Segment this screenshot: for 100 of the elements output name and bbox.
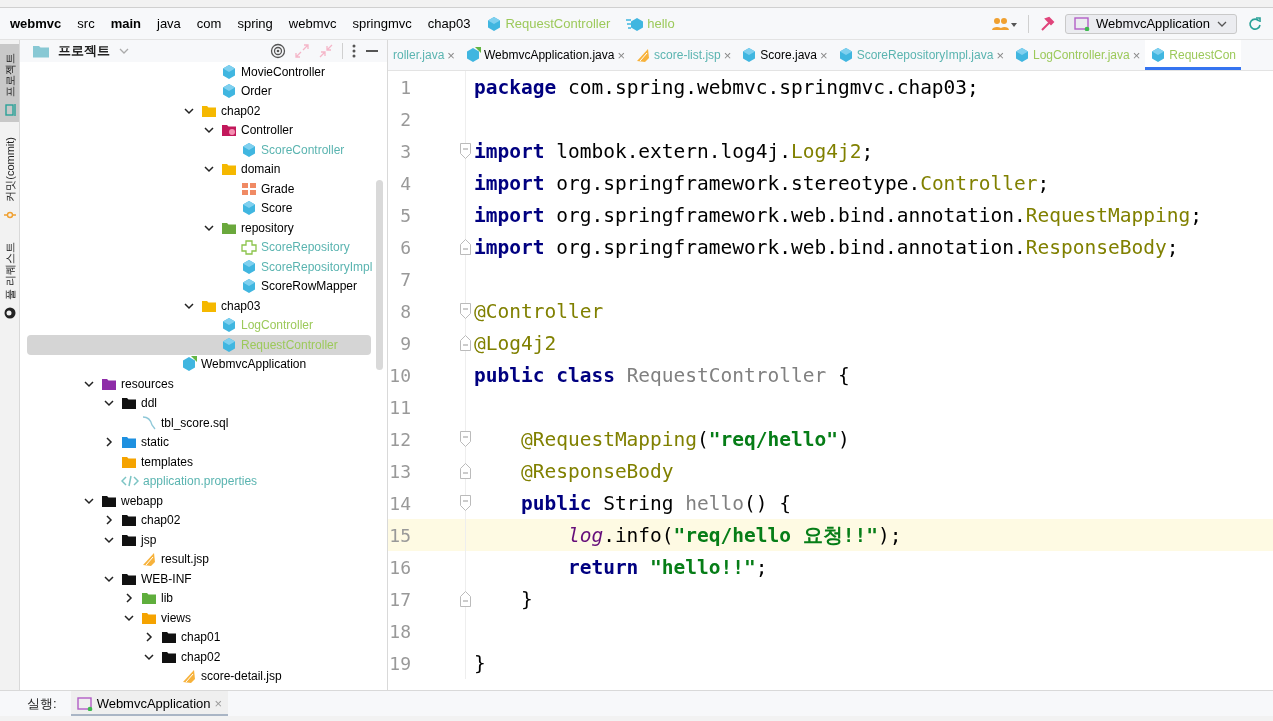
run-config-dropdown[interactable]: WebmvcApplication bbox=[1065, 13, 1237, 34]
jsp-file-icon bbox=[635, 47, 652, 63]
folder-icon bbox=[161, 629, 177, 646]
fold-start-icon bbox=[460, 431, 471, 447]
tool-window-tab[interactable]: 프로젝트 bbox=[0, 44, 19, 122]
window-icon bbox=[76, 696, 93, 711]
class-icon bbox=[221, 63, 237, 80]
class-icon bbox=[241, 200, 257, 217]
tree-item[interactable]: Controller bbox=[27, 120, 371, 140]
fold-start-icon bbox=[460, 303, 471, 319]
tree-item[interactable]: ddl bbox=[27, 393, 371, 413]
close-icon[interactable]: × bbox=[996, 47, 1004, 63]
close-icon[interactable]: × bbox=[820, 47, 828, 63]
jsp-file-icon bbox=[141, 551, 157, 568]
chevron-down-icon bbox=[118, 47, 130, 55]
breadcrumb-item[interactable]: com bbox=[196, 16, 222, 31]
tree-item[interactable]: webapp bbox=[27, 491, 371, 511]
tree-item[interactable]: Order bbox=[27, 81, 371, 101]
editor-tab[interactable]: LogController.java × bbox=[1008, 40, 1146, 70]
tree-item[interactable]: chap03 bbox=[27, 296, 371, 316]
line-number: 19 bbox=[388, 647, 466, 679]
editor-tab[interactable]: WebmvcApplication.java × bbox=[459, 40, 631, 70]
breadcrumb-item[interactable]: spring bbox=[237, 16, 273, 31]
breadcrumb-item[interactable]: java bbox=[157, 16, 181, 31]
tree-item[interactable]: Score bbox=[27, 198, 371, 218]
tree-item[interactable]: MovieController bbox=[27, 62, 371, 82]
tree-item[interactable]: chap01 bbox=[27, 627, 371, 647]
line-number: 15 bbox=[388, 519, 466, 551]
scrollbar[interactable] bbox=[376, 180, 383, 370]
fold-end-icon bbox=[460, 591, 471, 607]
folder-icon bbox=[121, 512, 137, 529]
laptop-icon bbox=[3, 104, 16, 116]
folder-icon bbox=[221, 161, 237, 178]
tool-window-tab[interactable]: 풀 리퀘스트 bbox=[0, 232, 19, 325]
tree-item[interactable]: repository bbox=[27, 218, 371, 238]
panel-title: 프로젝트 bbox=[58, 42, 110, 60]
tree-item[interactable]: static bbox=[27, 432, 371, 452]
close-icon[interactable]: × bbox=[1132, 47, 1141, 63]
tool-window-tab[interactable]: 커밋(commit) bbox=[0, 128, 19, 227]
tree-item[interactable]: ScoreRowMapper bbox=[27, 276, 371, 296]
breadcrumb-item[interactable]: main bbox=[110, 16, 141, 31]
folder-icon bbox=[121, 434, 137, 451]
tree-item[interactable]: views bbox=[27, 608, 371, 628]
enum-icon bbox=[241, 180, 257, 197]
target-icon[interactable] bbox=[270, 43, 286, 59]
tree-item[interactable]: chap02 bbox=[27, 510, 371, 530]
close-icon[interactable]: × bbox=[617, 47, 626, 63]
breadcrumb-item[interactable]: webmvc bbox=[288, 16, 337, 31]
editor-tab[interactable]: Score.java × bbox=[736, 40, 833, 70]
run-label: 실행: bbox=[27, 694, 57, 713]
folder-icon bbox=[121, 395, 137, 412]
tree-item[interactable]: jsp bbox=[27, 530, 371, 550]
class-icon bbox=[1013, 47, 1030, 63]
breadcrumb-item[interactable]: webmvc bbox=[10, 16, 62, 31]
jsp-file-icon bbox=[181, 668, 197, 685]
editor-tab[interactable]: ScoreRepositoryImpl.java × bbox=[832, 40, 1009, 70]
breadcrumb-item[interactable]: chap03 bbox=[427, 16, 471, 31]
line-number: 18 bbox=[388, 615, 466, 647]
tree-item[interactable]: templates bbox=[27, 452, 371, 472]
tree-item[interactable]: chap02 bbox=[27, 101, 371, 121]
close-icon[interactable]: × bbox=[447, 47, 455, 63]
class-icon bbox=[181, 356, 197, 373]
folder-icon bbox=[141, 590, 157, 607]
line-number: 11 bbox=[388, 391, 466, 423]
class-icon bbox=[486, 15, 503, 32]
class-icon bbox=[241, 141, 257, 158]
class-icon bbox=[221, 83, 237, 100]
fold-start-icon bbox=[460, 143, 471, 159]
breadcrumb-item[interactable]: springmvc bbox=[352, 16, 412, 31]
tree-item[interactable]: Grade bbox=[27, 179, 371, 199]
chevron-down-icon bbox=[1216, 19, 1228, 28]
more-icon[interactable] bbox=[351, 43, 357, 59]
interface-icon bbox=[241, 239, 257, 256]
tree-item[interactable]: domain bbox=[27, 159, 371, 179]
breadcrumb-item[interactable]: src bbox=[77, 16, 95, 31]
class-icon bbox=[241, 258, 257, 275]
hammer-icon[interactable] bbox=[1039, 15, 1056, 32]
class-icon bbox=[241, 278, 257, 295]
tree-item[interactable]: WebmvcApplication bbox=[27, 354, 371, 374]
tree-item[interactable]: result.jsp bbox=[27, 549, 371, 569]
people-icon[interactable] bbox=[992, 15, 1019, 32]
tree-item[interactable]: tbl_score.sql bbox=[27, 413, 371, 433]
fold-end-icon bbox=[460, 239, 471, 255]
editor-tab[interactable]: roller.java × bbox=[388, 40, 460, 70]
class-icon bbox=[221, 336, 237, 353]
editor-tab[interactable]: score-list.jsp × bbox=[630, 40, 737, 70]
line-number: 10 bbox=[388, 359, 466, 391]
tree-item[interactable]: lib bbox=[27, 588, 371, 608]
tree-item[interactable]: chap02 bbox=[27, 647, 371, 667]
class-icon bbox=[741, 47, 758, 63]
tree-item[interactable]: WEB-INF bbox=[27, 569, 371, 589]
run-tab[interactable]: WebmvcApplication × bbox=[70, 690, 229, 717]
close-icon[interactable]: × bbox=[723, 47, 732, 63]
fold-end-icon bbox=[460, 335, 471, 351]
rerun-icon[interactable] bbox=[1247, 15, 1263, 32]
tree-item[interactable]: resources bbox=[27, 374, 371, 394]
fold-start-icon bbox=[460, 495, 471, 511]
tree-item[interactable]: score-detail.jsp bbox=[27, 666, 371, 686]
octocat-icon bbox=[3, 306, 16, 319]
folder-icon bbox=[32, 43, 50, 59]
